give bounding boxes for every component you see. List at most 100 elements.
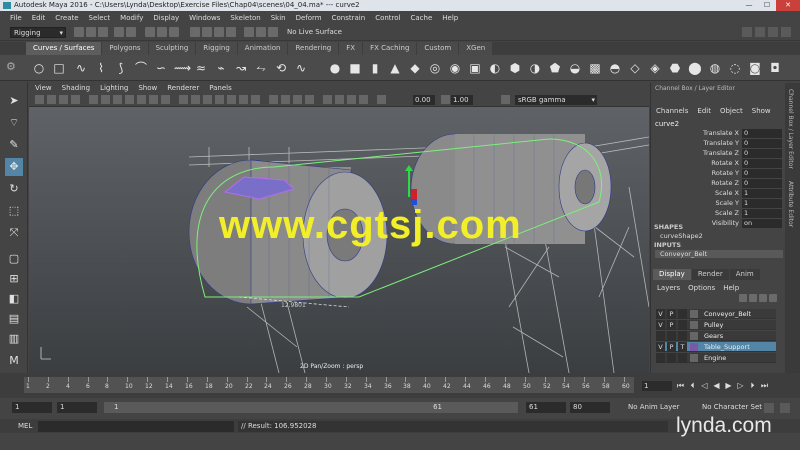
- layer-visibility-toggle[interactable]: V: [656, 342, 665, 352]
- layer-menu-help[interactable]: Help: [723, 284, 739, 292]
- exposure-icon[interactable]: [377, 95, 386, 104]
- shelf-tab-curves-surfaces[interactable]: Curves / Surfaces: [26, 42, 102, 55]
- birail-icon[interactable]: ◑: [528, 61, 542, 75]
- attribute-row[interactable]: Rotate Z0: [651, 179, 783, 188]
- shelf-tab-fx-caching[interactable]: FX Caching: [363, 42, 417, 55]
- ipr-render-icon[interactable]: [768, 27, 778, 37]
- motion-blur-icon[interactable]: [281, 95, 290, 104]
- rewind-icon[interactable]: ◀: [712, 381, 721, 391]
- shelf-tab-rigging[interactable]: Rigging: [196, 42, 237, 55]
- attribute-value[interactable]: 1: [742, 199, 782, 208]
- wireframe-icon[interactable]: [179, 95, 188, 104]
- sculpt-geometry-icon[interactable]: ◘: [768, 61, 782, 75]
- range-bar[interactable]: 1 61: [104, 402, 518, 413]
- scale-tool-icon[interactable]: ⬚: [5, 202, 23, 220]
- menu-skin[interactable]: Skin: [271, 14, 286, 22]
- insert-knot-icon[interactable]: ⌁: [214, 61, 228, 75]
- bevel-plus-icon[interactable]: ⬟: [548, 61, 562, 75]
- menu-help[interactable]: Help: [442, 14, 458, 22]
- time-ruler[interactable]: 1 2 4 6 8 10 12 14 16 18 20 22 24 26 28 30 32 34 36 38 40 42 4…: [24, 377, 634, 393]
- layer-display-type-toggle[interactable]: [678, 331, 687, 341]
- render-view-icon[interactable]: [742, 27, 752, 37]
- menu-display[interactable]: Display: [153, 14, 179, 22]
- bezier-curve-icon[interactable]: ∽: [154, 61, 168, 75]
- shelf-tab-custom[interactable]: Custom: [417, 42, 459, 55]
- layer-playback-toggle[interactable]: [667, 331, 676, 341]
- character-set-dropdown[interactable]: No Character Set: [702, 403, 762, 411]
- layer-name[interactable]: Pulley: [704, 320, 723, 330]
- square-surface-icon[interactable]: ▩: [588, 61, 602, 75]
- channel-box-menu-channels[interactable]: Channels: [656, 107, 688, 115]
- curve-tool-icon[interactable]: ∿: [294, 61, 308, 75]
- animation-start-field[interactable]: 1: [12, 402, 52, 413]
- current-frame-field[interactable]: 1: [642, 381, 672, 391]
- layer-color-swatch[interactable]: [690, 332, 698, 340]
- redo-icon[interactable]: [126, 27, 136, 37]
- single-perspective-layout-icon[interactable]: ▢: [5, 250, 23, 268]
- bookmarks-icon[interactable]: [59, 95, 68, 104]
- isolate-select-icon[interactable]: [323, 95, 332, 104]
- move-tool-icon[interactable]: ✥: [5, 158, 23, 176]
- layer-menu-options[interactable]: Options: [688, 284, 715, 292]
- panel-menu-shading[interactable]: Shading: [62, 84, 90, 92]
- command-input[interactable]: [38, 421, 234, 432]
- gate-mask-icon[interactable]: [125, 95, 134, 104]
- attribute-value[interactable]: 0: [742, 179, 782, 188]
- attribute-row[interactable]: Rotate Y0: [651, 169, 783, 178]
- shelf-tab-animation[interactable]: Animation: [237, 42, 288, 55]
- rebuild-curve-icon[interactable]: ⟲: [274, 61, 288, 75]
- layer-display-type-toggle[interactable]: [678, 353, 687, 363]
- close-icon[interactable]: ✕: [776, 0, 800, 11]
- attribute-value[interactable]: 0: [742, 129, 782, 138]
- untrim-icon[interactable]: ◈: [648, 61, 662, 75]
- detach-curves-icon[interactable]: ≈: [194, 61, 208, 75]
- nurbs-plane-icon[interactable]: ◆: [408, 61, 422, 75]
- cv-curve-icon[interactable]: ∿: [74, 61, 88, 75]
- minimize-icon[interactable]: —: [740, 0, 758, 11]
- select-by-joints-icon[interactable]: [202, 27, 212, 37]
- paint-select-icon[interactable]: ✎: [5, 136, 23, 154]
- nurbs-sphere-icon[interactable]: ●: [328, 61, 342, 75]
- step-forward-key-icon[interactable]: ▷: [736, 381, 745, 391]
- shelf-tab-rendering[interactable]: Rendering: [288, 42, 339, 55]
- attribute-row[interactable]: Scale Y1: [651, 199, 783, 208]
- move-layer-up-icon[interactable]: [739, 294, 747, 302]
- menu-windows[interactable]: Windows: [189, 14, 220, 22]
- playback-start-field[interactable]: 1: [57, 402, 97, 413]
- new-layer-selected-icon[interactable]: [769, 294, 777, 302]
- camera-attributes-icon[interactable]: [47, 95, 56, 104]
- image-plane-icon[interactable]: [71, 95, 80, 104]
- depth-of-field-icon[interactable]: [305, 95, 314, 104]
- arc-icon[interactable]: ⌒: [134, 61, 148, 75]
- panel-menu-renderer[interactable]: Renderer: [167, 84, 199, 92]
- animation-end-field[interactable]: 80: [570, 402, 610, 413]
- boundary-icon[interactable]: ◒: [568, 61, 582, 75]
- layer-visibility-toggle[interactable]: [656, 353, 665, 363]
- layer-row[interactable]: V P T Table_Support: [656, 342, 776, 352]
- layer-row[interactable]: Gears: [656, 331, 776, 341]
- shadows-icon[interactable]: [251, 95, 260, 104]
- nurbs-cylinder-icon[interactable]: ▮: [368, 61, 382, 75]
- layer-color-swatch[interactable]: [690, 354, 698, 362]
- command-language-label[interactable]: MEL: [18, 422, 32, 430]
- save-scene-icon[interactable]: [98, 27, 108, 37]
- textured-icon[interactable]: [227, 95, 236, 104]
- attribute-value[interactable]: 0: [742, 159, 782, 168]
- planar-icon[interactable]: ◐: [488, 61, 502, 75]
- shelf-tab-xgen[interactable]: XGen: [459, 42, 493, 55]
- nurbs-square-icon[interactable]: □: [52, 61, 66, 75]
- folder-icon[interactable]: [74, 27, 84, 37]
- step-back-key-icon[interactable]: ◁: [700, 381, 709, 391]
- layer-display-type-toggle[interactable]: [678, 309, 687, 319]
- persp-hypershade-layout-icon[interactable]: ▥: [5, 330, 23, 348]
- move-layer-down-icon[interactable]: [749, 294, 757, 302]
- trim-tool-icon[interactable]: ◇: [628, 61, 642, 75]
- attribute-row[interactable]: Rotate X0: [651, 159, 783, 168]
- layer-color-swatch[interactable]: [690, 310, 698, 318]
- extend-curve-icon[interactable]: ↝: [234, 61, 248, 75]
- panel-menu-view[interactable]: View: [35, 84, 52, 92]
- layer-menu-layers[interactable]: Layers: [657, 284, 680, 292]
- color-management-icon[interactable]: [501, 95, 510, 104]
- last-tool-icon[interactable]: ⤧: [5, 224, 23, 242]
- undo-icon[interactable]: [114, 27, 124, 37]
